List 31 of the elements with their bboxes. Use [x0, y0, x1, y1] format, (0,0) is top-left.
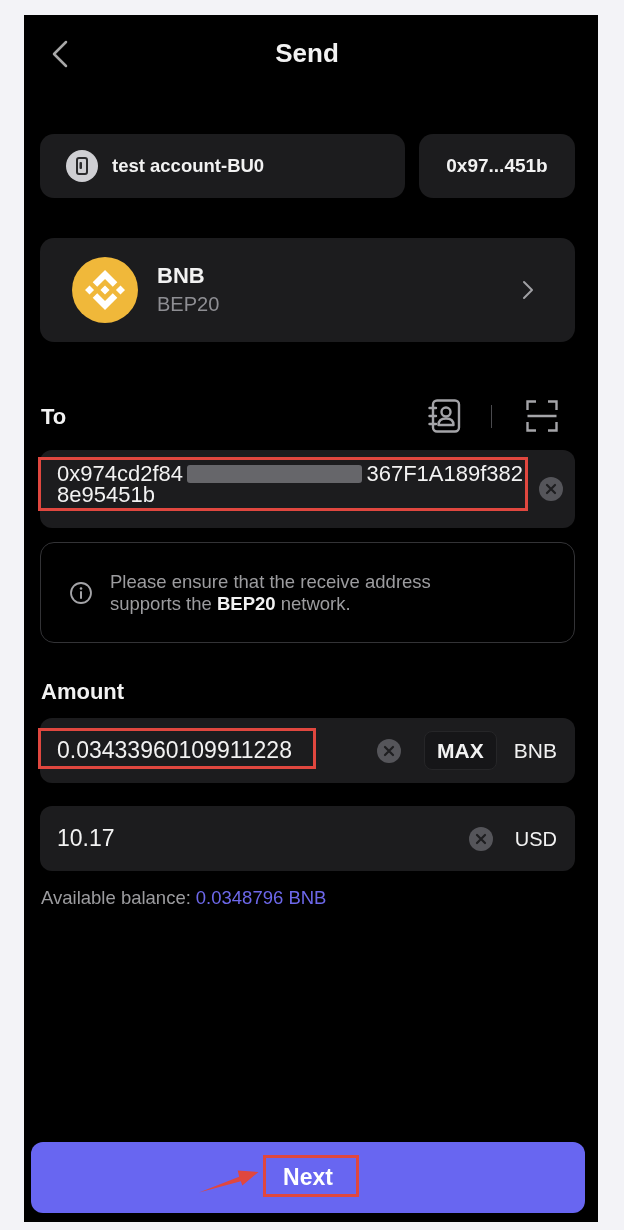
notice-text: Please ensure that the receive address supports the BEP20 network.: [110, 570, 432, 615]
address-field[interactable]: 0x974cd2f84 367F1A189f382 8e95451b: [40, 450, 575, 528]
address-text: 8e95451b: [57, 484, 155, 505]
amount-field[interactable]: 0.03433960109911228 MAX BNB: [40, 718, 575, 783]
phone-icon: [66, 150, 98, 182]
token-selector[interactable]: BNB BEP20: [40, 238, 575, 342]
back-icon[interactable]: [52, 40, 68, 68]
amount-unit: BNB: [513, 737, 557, 764]
to-label: To: [41, 402, 67, 431]
scan-icon[interactable]: [526, 400, 558, 432]
contact-book-icon[interactable]: [428, 399, 461, 433]
chevron-right-icon: [522, 280, 534, 300]
address-text: 0x974cd2f84: [57, 463, 183, 484]
amount-value: 0.03433960109911228: [57, 736, 292, 766]
page-title: Send: [275, 36, 339, 70]
balance-label: Available balance:: [41, 886, 191, 911]
token-network: BEP20: [157, 292, 220, 317]
account-name: test account-BU0: [112, 154, 265, 179]
token-symbol: BNB: [157, 262, 205, 290]
max-button[interactable]: MAX: [423, 731, 497, 770]
next-button[interactable]: Next: [31, 1142, 585, 1213]
fiat-value: 10.17: [57, 824, 115, 854]
address-text: 367F1A189f382: [366, 463, 523, 484]
balance-amount: 0.0348796 BNB: [195, 886, 327, 911]
address-chip[interactable]: 0x97...451b: [419, 134, 575, 198]
fiat-unit: USD: [514, 826, 557, 852]
coin-logo-icon: [72, 257, 138, 323]
account-selector[interactable]: test account-BU0: [40, 134, 405, 198]
fiat-amount-field[interactable]: 10.17 USD: [40, 806, 575, 871]
amount-label: Amount: [41, 677, 125, 706]
info-icon: [70, 581, 92, 604]
